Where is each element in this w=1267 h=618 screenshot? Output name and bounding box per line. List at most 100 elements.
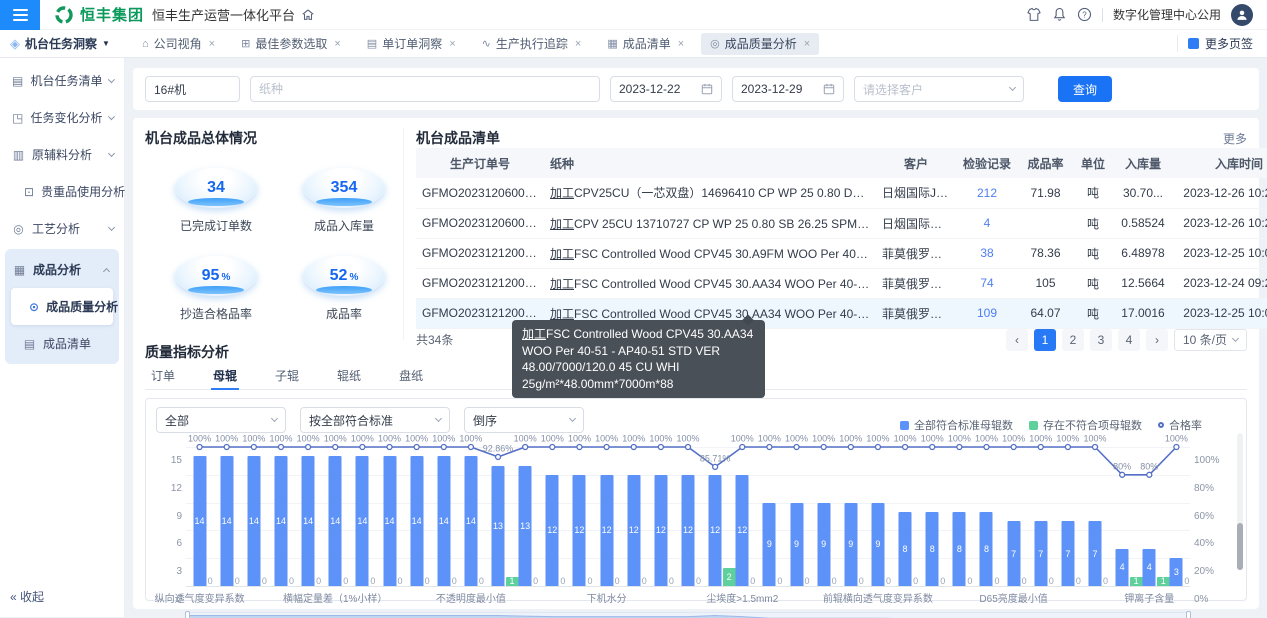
workspace-switcher[interactable]: ◈ 机台任务洞察 ▼ bbox=[0, 35, 125, 52]
collapse-sidebar-button[interactable]: « 收起 bbox=[10, 588, 44, 605]
bar-group[interactable]: 90 bbox=[783, 447, 810, 586]
data-zoom-slider[interactable] bbox=[186, 612, 1190, 618]
tab-trace[interactable]: ∿生产执行追踪× bbox=[473, 33, 591, 55]
shirt-icon[interactable] bbox=[1026, 7, 1042, 22]
machine-input[interactable] bbox=[145, 76, 240, 102]
tab-company[interactable]: ⌂公司视角× bbox=[133, 33, 224, 55]
bar-group[interactable]: 90 bbox=[810, 447, 837, 586]
menu-toggle-button[interactable] bbox=[0, 0, 40, 30]
bar-group[interactable]: 41 bbox=[1109, 447, 1136, 586]
end-date-picker[interactable]: 2023-12-29 bbox=[732, 76, 844, 102]
bar-group[interactable]: 122 bbox=[702, 447, 729, 586]
inspection-record-link[interactable]: 212 bbox=[977, 186, 997, 200]
close-icon[interactable]: × bbox=[334, 38, 340, 50]
sidebar-item-tasks[interactable]: ▤机台任务清单 bbox=[0, 62, 124, 99]
bar-group[interactable]: 131 bbox=[484, 447, 511, 586]
table-row[interactable]: GFMO202312060025加工CPV25CU（一芯双盘）14696410 … bbox=[416, 178, 1267, 208]
bar-group[interactable]: 80 bbox=[973, 447, 1000, 586]
bar-group[interactable]: 30 bbox=[1163, 447, 1190, 586]
sidebar-item-product[interactable]: ▦成品分析 bbox=[5, 251, 119, 288]
bar-group[interactable]: 41 bbox=[1136, 447, 1163, 586]
bar-group[interactable]: 70 bbox=[1027, 447, 1054, 586]
bar-group[interactable]: 120 bbox=[647, 447, 674, 586]
bar-group[interactable]: 140 bbox=[457, 447, 484, 586]
inspection-record-link[interactable]: 109 bbox=[977, 306, 997, 320]
quality-tab-订单[interactable]: 订单 bbox=[149, 364, 177, 389]
bar-group[interactable]: 90 bbox=[864, 447, 891, 586]
bar-group[interactable]: 140 bbox=[213, 447, 240, 586]
bar-group[interactable]: 140 bbox=[403, 447, 430, 586]
bar-group[interactable]: 90 bbox=[837, 447, 864, 586]
sidebar-item-precious[interactable]: ⊡贵重品使用分析 bbox=[0, 173, 124, 210]
quality-tab-辊纸[interactable]: 辊纸 bbox=[335, 364, 363, 389]
home-icon[interactable] bbox=[301, 8, 315, 22]
chart-filter-select-2[interactable]: 倒序 bbox=[464, 407, 584, 433]
paper-type-input[interactable] bbox=[250, 76, 600, 102]
bar-group[interactable]: 140 bbox=[186, 447, 213, 586]
bar-group[interactable]: 120 bbox=[566, 447, 593, 586]
quality-tab-子辊[interactable]: 子辊 bbox=[273, 364, 301, 389]
bar-group[interactable]: 140 bbox=[322, 447, 349, 586]
zoom-handle-left[interactable] bbox=[185, 611, 190, 618]
bar-group[interactable]: 80 bbox=[919, 447, 946, 586]
legend-item[interactable]: 存在不符合项母辊数 bbox=[1029, 417, 1142, 433]
help-icon[interactable]: ? bbox=[1077, 7, 1092, 22]
bar-group[interactable]: 80 bbox=[946, 447, 973, 586]
bar-group[interactable]: 140 bbox=[376, 447, 403, 586]
bar-group[interactable]: 120 bbox=[620, 447, 647, 586]
table-row[interactable]: GFMO202312120030加工FSC Controlled Wood CP… bbox=[416, 268, 1267, 298]
close-icon[interactable]: × bbox=[449, 38, 455, 50]
bar-group[interactable]: 140 bbox=[430, 447, 457, 586]
scrollbar-thumb[interactable] bbox=[1237, 523, 1243, 570]
quality-tab-盘纸[interactable]: 盘纸 bbox=[397, 364, 425, 389]
search-button[interactable]: 查询 bbox=[1058, 76, 1112, 102]
table-row[interactable]: GFMO202312120028加工FSC Controlled Wood CP… bbox=[416, 238, 1267, 268]
sidebar-item-search[interactable]: ⊙成品质量分析 bbox=[11, 288, 113, 325]
avatar[interactable] bbox=[1231, 4, 1253, 26]
legend-item[interactable]: 全部符合标准母辊数 bbox=[900, 417, 1013, 433]
tab-params[interactable]: ⊞最佳参数选取× bbox=[232, 33, 350, 55]
bar-group[interactable]: 120 bbox=[674, 447, 701, 586]
sidebar-item-materials[interactable]: ▥原辅料分析 bbox=[0, 136, 124, 173]
chart-plot[interactable]: 1401401401401401401401401401401401311301… bbox=[186, 447, 1190, 587]
sidebar-item-list2[interactable]: ▤成品清单 bbox=[5, 325, 119, 362]
start-date-picker[interactable]: 2023-12-22 bbox=[610, 76, 722, 102]
close-icon[interactable]: × bbox=[804, 38, 810, 50]
bar-group[interactable]: 140 bbox=[349, 447, 376, 586]
inspection-record-link[interactable]: 38 bbox=[980, 246, 993, 260]
chart-filter-select-1[interactable]: 按全部符合标准 bbox=[300, 407, 450, 433]
more-link[interactable]: 更多 bbox=[1223, 130, 1247, 147]
close-icon[interactable]: × bbox=[575, 38, 581, 50]
inspection-record-link[interactable]: 74 bbox=[980, 276, 993, 290]
tab-list[interactable]: ▦成品清单× bbox=[598, 33, 693, 55]
bar-group[interactable]: 120 bbox=[729, 447, 756, 586]
bar-group[interactable]: 70 bbox=[1054, 447, 1081, 586]
bar-group[interactable]: 130 bbox=[512, 447, 539, 586]
bar-group[interactable]: 90 bbox=[756, 447, 783, 586]
svg-text:100%: 100% bbox=[188, 434, 211, 444]
zoom-handle-right[interactable] bbox=[1186, 611, 1191, 618]
table-row[interactable]: GFMO202312060022加工CPV 25CU 13710727 CP W… bbox=[416, 208, 1267, 238]
bar-group[interactable]: 70 bbox=[1000, 447, 1027, 586]
tab-order[interactable]: ▤单订单洞察× bbox=[358, 33, 465, 55]
bell-icon[interactable] bbox=[1052, 7, 1067, 22]
legend-item[interactable]: 合格率 bbox=[1158, 417, 1202, 433]
bar-group[interactable]: 140 bbox=[267, 447, 294, 586]
bar-group[interactable]: 140 bbox=[240, 447, 267, 586]
sidebar-item-change[interactable]: ◳任务变化分析 bbox=[0, 99, 124, 136]
quality-tab-母辊[interactable]: 母辊 bbox=[211, 364, 239, 389]
bar-group[interactable]: 120 bbox=[593, 447, 620, 586]
customer-select[interactable]: 请选择客户 bbox=[854, 76, 1024, 102]
tab-quality[interactable]: ◎成品质量分析× bbox=[701, 33, 819, 55]
sidebar-item-craft[interactable]: ◎工艺分析 bbox=[0, 210, 124, 247]
close-icon[interactable]: × bbox=[209, 38, 215, 50]
bar-group[interactable]: 80 bbox=[892, 447, 919, 586]
bar-group[interactable]: 120 bbox=[539, 447, 566, 586]
close-icon[interactable]: × bbox=[678, 38, 684, 50]
bar-group[interactable]: 140 bbox=[295, 447, 322, 586]
svg-text:100%: 100% bbox=[1002, 434, 1025, 444]
inspection-record-link[interactable]: 4 bbox=[984, 216, 991, 230]
more-tabs-button[interactable]: 更多页签 bbox=[1177, 35, 1267, 52]
chart-filter-select-0[interactable]: 全部 bbox=[156, 407, 286, 433]
bar-group[interactable]: 70 bbox=[1081, 447, 1108, 586]
